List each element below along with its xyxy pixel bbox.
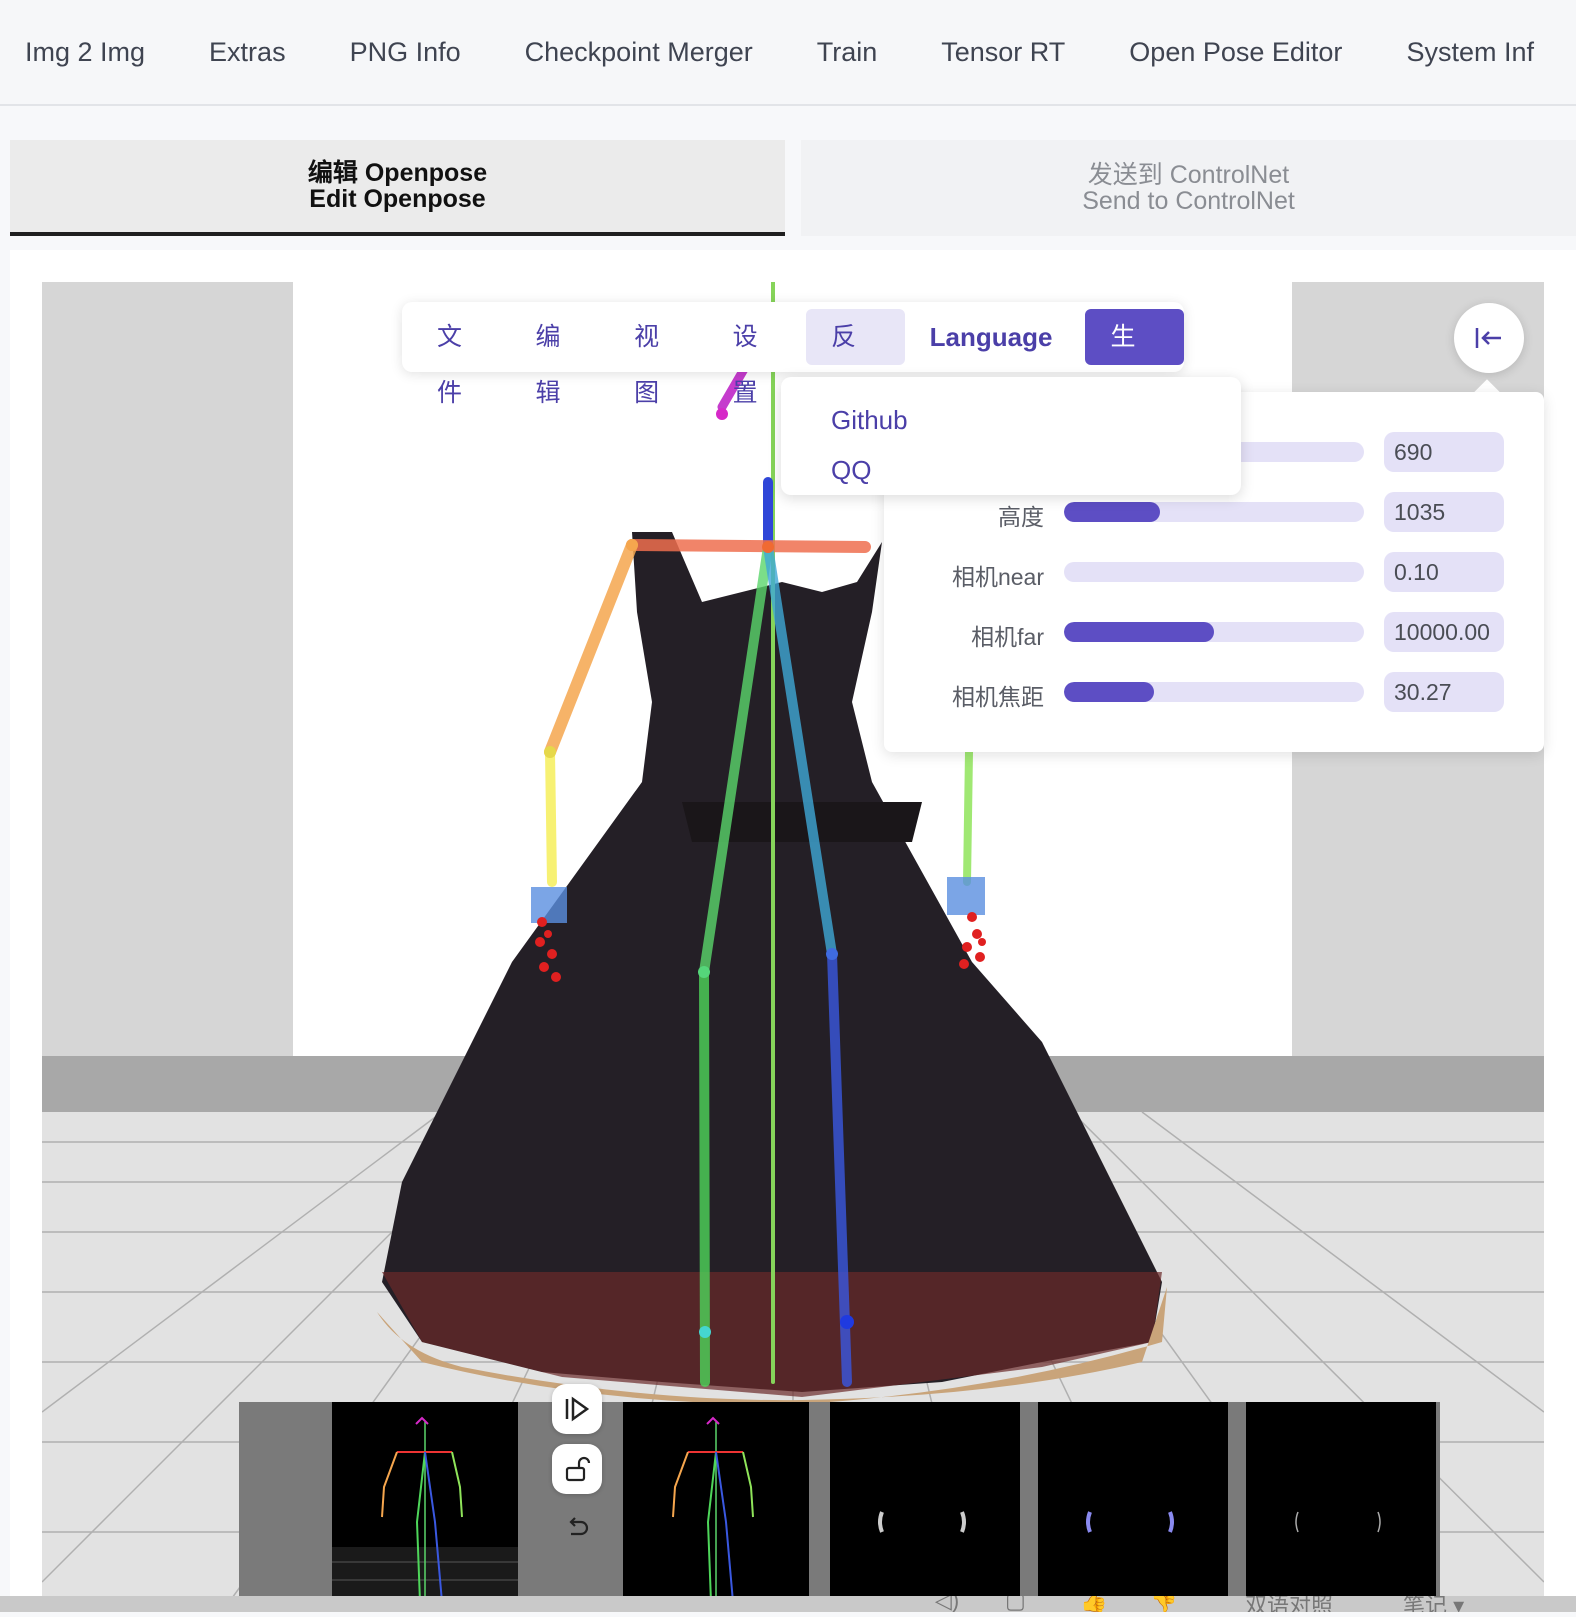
copy-icon[interactable]: ▢ [1005, 1596, 1026, 1612]
menu-language[interactable]: Language [905, 309, 1078, 365]
play-button[interactable] [552, 1384, 602, 1434]
camera-far-input[interactable]: 10000.00 [1384, 612, 1504, 652]
thumbnail-depth[interactable] [830, 1402, 1020, 1612]
thumbnail-normal[interactable] [1038, 1402, 1228, 1612]
tab-tensor-rt[interactable]: Tensor RT [941, 37, 1065, 68]
undo-icon [569, 1517, 589, 1536]
top-tab-bar: Img 2 Img Extras PNG Info Checkpoint Mer… [0, 0, 1576, 106]
tab-system-info[interactable]: System Inf [1406, 37, 1534, 68]
setting-label: 相机far [971, 624, 1044, 650]
thumbnail-depth-preview [878, 1511, 966, 1533]
menu-file[interactable]: 文件 [412, 309, 511, 407]
bilingual-toggle[interactable]: 双语对照 [1245, 1596, 1333, 1612]
setting-label: 相机焦距 [952, 684, 1044, 710]
slider-fill [1064, 502, 1160, 522]
tab-png-info[interactable]: PNG Info [350, 37, 461, 68]
feedback-dropdown: Github QQ [781, 377, 1241, 495]
editor-menubar: 文件 编辑 视图 设置 反馈 Language 生成 [402, 302, 1184, 407]
tab-send-to-controlnet[interactable]: 发送到 ControlNet Send to ControlNet [801, 140, 1576, 236]
tab-checkpoint-merger[interactable]: Checkpoint Merger [525, 37, 753, 68]
volume-icon[interactable]: ◁) [935, 1596, 959, 1612]
tab-img2img[interactable]: Img 2 Img [25, 37, 145, 68]
thumbnail-canny-preview [1295, 1511, 1381, 1533]
thumbnail-scene-preview [332, 1402, 518, 1612]
setting-row-camera-near: 相机near 0.10 [884, 552, 1544, 594]
camera-near-slider[interactable] [1064, 562, 1364, 582]
menu-edit[interactable]: 编辑 [511, 309, 610, 407]
height-slider[interactable] [1064, 502, 1364, 522]
camera-near-input[interactable]: 0.10 [1384, 552, 1504, 592]
slider-fill [1064, 682, 1154, 702]
unlock-icon [565, 1456, 591, 1482]
collapse-left-icon [1475, 328, 1501, 348]
thumbnail-pose-preview [672, 1416, 754, 1612]
thumbnail-normal-preview [1086, 1511, 1174, 1533]
setting-row-focal-length: 相机焦距 30.27 [884, 672, 1544, 714]
camera-far-slider[interactable] [1064, 622, 1364, 642]
play-icon [565, 1396, 590, 1422]
focal-length-input[interactable]: 30.27 [1384, 672, 1504, 712]
setting-label: 相机near [951, 564, 1044, 590]
menu-settings[interactable]: 设置 [708, 309, 807, 407]
menu-feedback[interactable]: 反馈 [806, 309, 905, 407]
tab-open-pose-editor[interactable]: Open Pose Editor [1129, 37, 1342, 68]
status-bar: ◁) ▢ 👍 👎 双语对照 笔记 ▾ [0, 1596, 1576, 1612]
menu-view[interactable]: 视图 [609, 309, 708, 407]
thumbnail-pose[interactable] [623, 1402, 809, 1612]
focal-length-slider[interactable] [1064, 682, 1364, 702]
setting-row-height: 高度 1035 [884, 492, 1544, 534]
setting-label: 高度 [998, 504, 1044, 530]
collapse-panel-button[interactable] [1454, 303, 1524, 373]
generate-button[interactable]: 生成 [1085, 309, 1184, 407]
dropdown-item-qq[interactable]: QQ [831, 445, 1241, 495]
dropdown-item-github[interactable]: Github [831, 395, 1241, 445]
tab-send-cn: 发送到 ControlNet [1087, 161, 1290, 189]
notes-button[interactable]: 笔记 ▾ [1403, 1596, 1464, 1612]
undo-button[interactable] [552, 1502, 602, 1552]
tab-extras[interactable]: Extras [209, 37, 286, 68]
tab-edit-openpose[interactable]: 编辑 Openpose Edit Openpose [10, 140, 785, 236]
thumbnail-canny[interactable] [1246, 1402, 1436, 1612]
tab-train[interactable]: Train [817, 37, 878, 68]
slider-fill [1064, 622, 1214, 642]
thumbs-up-icon[interactable]: 👍 [1080, 1596, 1107, 1612]
lock-button[interactable] [552, 1444, 602, 1494]
height-input[interactable]: 1035 [1384, 492, 1504, 532]
width-input[interactable]: 690 [1384, 432, 1504, 472]
tab-send-en: Send to ControlNet [1082, 187, 1295, 215]
tab-edit-openpose-cn: 编辑 Openpose [307, 159, 488, 187]
thumbs-down-icon[interactable]: 👎 [1150, 1596, 1177, 1612]
tab-edit-openpose-en: Edit Openpose [309, 185, 486, 213]
thumbnail-scene[interactable] [332, 1402, 518, 1612]
setting-row-camera-far: 相机far 10000.00 [884, 612, 1544, 654]
